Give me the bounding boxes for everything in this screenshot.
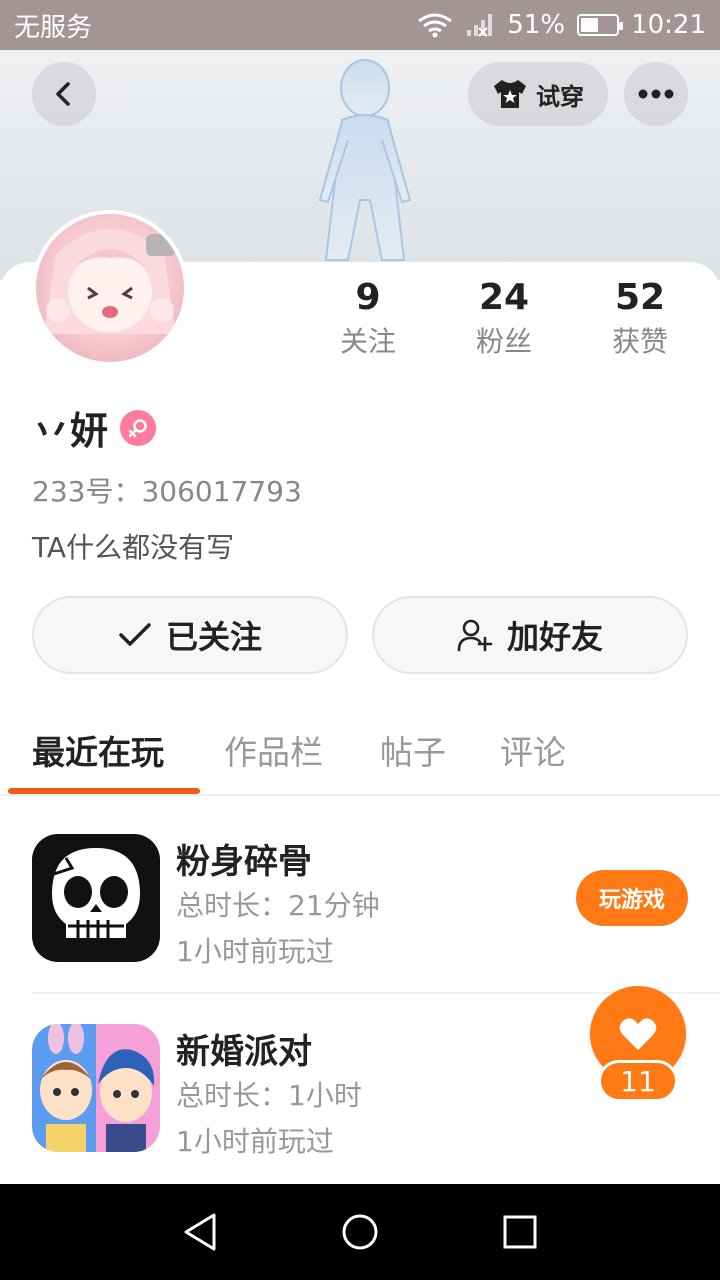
back-button[interactable] — [32, 62, 96, 126]
game-title: 新婚派对 — [176, 1032, 312, 1072]
name-row: 丷妍 — [32, 400, 157, 455]
tshirt-icon — [494, 80, 526, 108]
nav-back-button[interactable] — [170, 1202, 230, 1262]
user-id: 233号：306017793 — [32, 475, 302, 508]
game-duration: 总时长：21分钟 — [176, 889, 380, 922]
carrier-text: 无服务 — [14, 12, 93, 43]
system-nav-bar — [0, 1184, 720, 1280]
add-friend-button[interactable]: 加好友 — [372, 596, 688, 674]
game-icon-couple — [32, 1024, 160, 1152]
followers-count: 24 — [478, 277, 530, 318]
add-user-icon — [457, 619, 493, 652]
status-bar: 无服务 51% 10:21 — [0, 0, 720, 50]
likes-label: 获赞 — [611, 325, 668, 358]
followed-button[interactable]: 已关注 — [32, 596, 348, 674]
game-icon-skull — [32, 834, 160, 962]
battery-percent: 51% — [507, 10, 566, 40]
add-friend-label: 加好友 — [506, 618, 603, 656]
game-last-played: 1小时前玩过 — [176, 935, 334, 968]
female-icon — [120, 409, 157, 446]
square-recents-icon — [503, 1215, 537, 1249]
circle-home-icon — [342, 1214, 378, 1250]
likes-count: 52 — [614, 277, 666, 318]
heart-icon — [619, 1018, 657, 1050]
like-count: 11 — [598, 1060, 678, 1102]
tab-posts[interactable]: 帖子 — [380, 726, 446, 774]
wifi-icon — [417, 12, 453, 38]
avatar[interactable] — [32, 210, 188, 366]
try-on-label: 试穿 — [536, 82, 584, 111]
following-count: 9 — [355, 277, 381, 318]
check-icon — [119, 623, 151, 646]
try-on-button[interactable]: 试穿 — [468, 62, 608, 126]
battery-level — [581, 18, 599, 32]
more-button[interactable] — [624, 62, 688, 126]
triangle-back-icon — [184, 1213, 216, 1251]
profile-tabs: 最近在玩 作品栏 帖子 评论 — [0, 720, 720, 796]
tab-recently-played[interactable]: 最近在玩 — [32, 726, 164, 774]
stat-likes[interactable]: 52 获赞 — [572, 276, 708, 364]
profile-stats: 9 关注 24 粉丝 52 获赞 — [300, 276, 710, 364]
chevron-left-icon — [56, 82, 70, 106]
stat-followers[interactable]: 24 粉丝 — [436, 276, 572, 364]
followed-label: 已关注 — [165, 618, 262, 656]
more-icon — [638, 89, 674, 99]
following-label: 关注 — [339, 325, 396, 358]
tab-comments[interactable]: 评论 — [500, 726, 566, 774]
user-bio: TA什么都没有写 — [32, 531, 235, 564]
tab-indicator — [8, 788, 200, 794]
battery-icon — [577, 14, 624, 36]
game-duration: 总时长：1小时 — [176, 1079, 362, 1112]
clock: 10:21 — [631, 10, 706, 40]
game-last-played: 1小时前玩过 — [176, 1125, 334, 1158]
play-game-button[interactable]: 玩游戏 — [576, 870, 688, 926]
avatar-figure-image — [318, 59, 412, 261]
user-name: 丷妍 — [32, 409, 109, 453]
nav-recents-button[interactable] — [490, 1202, 550, 1262]
tab-works[interactable]: 作品栏 — [224, 726, 323, 774]
game-title: 粉身碎骨 — [176, 842, 312, 882]
list-item[interactable]: 新婚派对 总时长：1小时 1小时前玩过 — [32, 1024, 688, 1194]
list-item[interactable]: 粉身碎骨 总时长：21分钟 1小时前玩过 玩游戏 — [32, 834, 688, 1004]
signal-icon — [465, 12, 495, 38]
nav-home-button[interactable] — [330, 1202, 390, 1262]
stat-following[interactable]: 9 关注 — [300, 276, 436, 364]
followers-label: 粉丝 — [475, 325, 532, 358]
